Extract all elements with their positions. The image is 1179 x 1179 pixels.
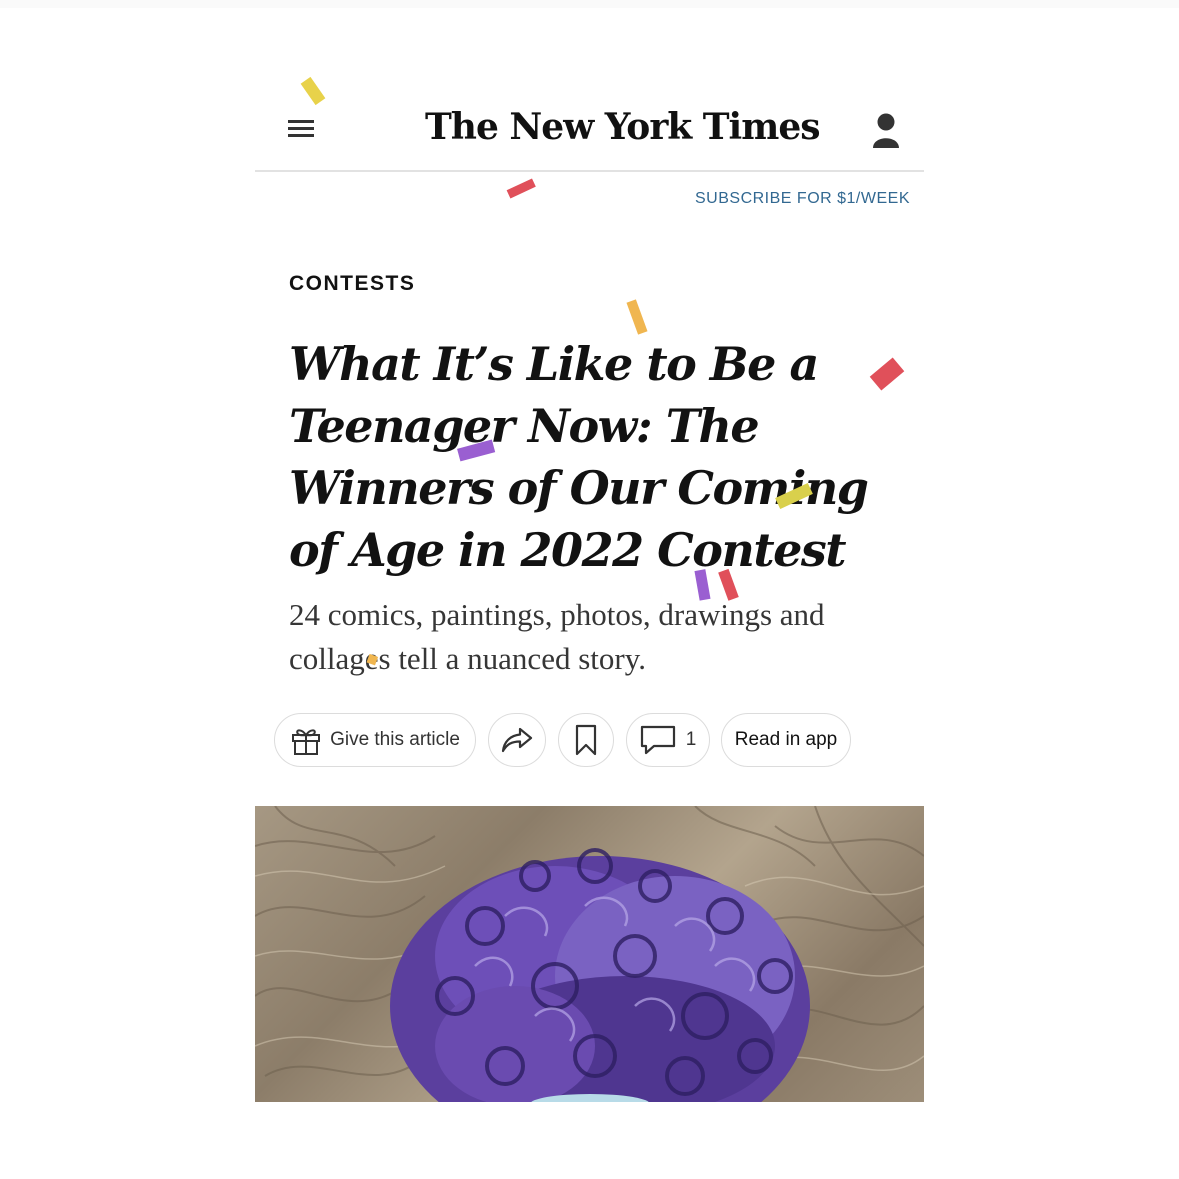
comment-icon: [640, 724, 676, 756]
gift-icon: [290, 724, 322, 756]
section-kicker[interactable]: CONTESTS: [289, 272, 415, 296]
save-bookmark-button[interactable]: [558, 713, 614, 767]
article-headline: What It’s Like to Be a Teenager Now: The…: [289, 337, 869, 577]
top-edge: [0, 0, 1179, 8]
subscribe-link[interactable]: SUBSCRIBE FOR $1/WEEK: [695, 190, 910, 208]
hero-artwork: [255, 806, 924, 1102]
nyt-logo[interactable]: The New York Times: [425, 102, 821, 152]
read-in-app-button[interactable]: Read in app: [721, 713, 851, 767]
share-button[interactable]: [488, 713, 546, 767]
user-account-icon[interactable]: [871, 112, 901, 150]
comment-count: 1: [685, 729, 697, 750]
bookmark-icon: [575, 724, 597, 756]
hamburger-menu-icon[interactable]: [288, 120, 314, 140]
comments-button[interactable]: 1: [626, 713, 710, 767]
article-summary: 24 comics, paintings, photos, drawings a…: [289, 597, 825, 676]
masthead: The New York Times: [255, 92, 924, 172]
give-article-label: Give this article: [330, 729, 460, 750]
hero-image[interactable]: [255, 806, 924, 1102]
article-action-bar: Give this article 1 Read in app: [274, 713, 874, 769]
give-article-button[interactable]: Give this article: [274, 713, 476, 767]
share-arrow-icon: [500, 726, 534, 754]
